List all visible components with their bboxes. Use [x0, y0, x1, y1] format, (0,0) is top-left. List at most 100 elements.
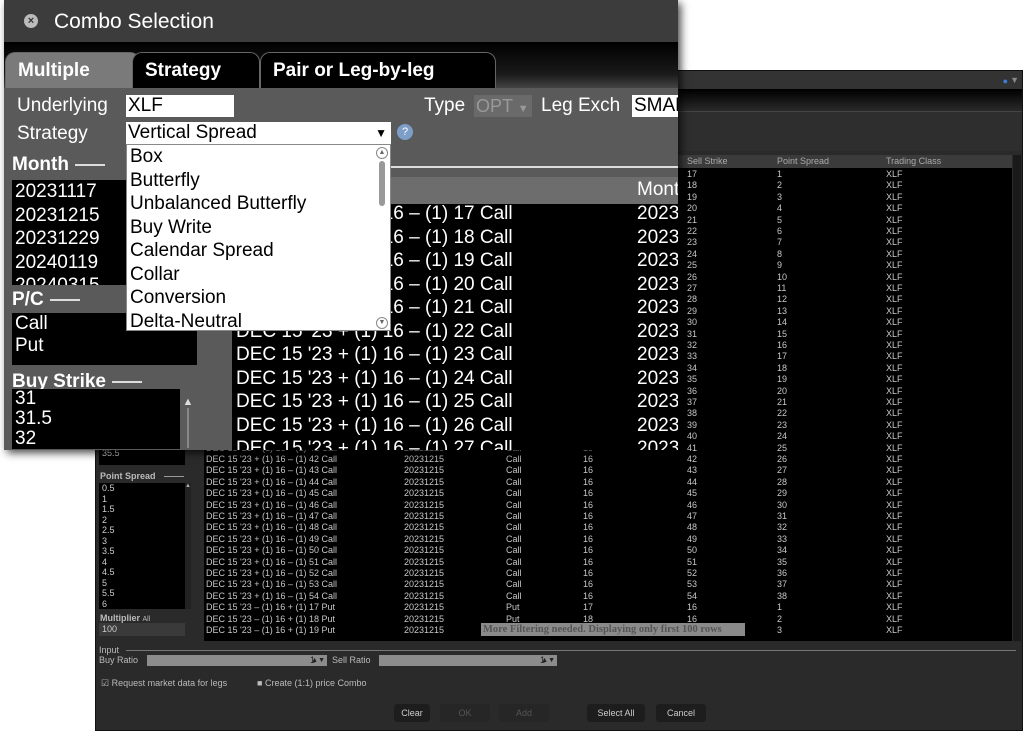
type-dropdown[interactable]: OPT ▼	[474, 95, 532, 117]
table-row[interactable]: DEC 15 '23 + (1) 16 – (1) 47 Call 2023121…	[204, 511, 1012, 522]
list-item[interactable]: 31	[15, 389, 180, 409]
dropdown-option[interactable]: Box	[127, 145, 390, 169]
list-item[interactable]: 31.5	[15, 409, 180, 429]
stepper-arrows-icon[interactable]: ▲▼	[541, 655, 555, 666]
window-menu-icon[interactable]: ▼	[1010, 75, 1019, 85]
table-scrollbar[interactable]	[1013, 155, 1021, 641]
table-row[interactable]: DEC 15 '23 + (1) 16 – (1) 25 Call 2023121…	[232, 390, 678, 414]
select-all-button[interactable]: Select All	[587, 704, 645, 722]
chevron-down-icon: ▼	[517, 103, 529, 115]
table-cell: 10	[777, 271, 788, 282]
table-cell: 20231215	[404, 488, 445, 499]
table-row[interactable]: DEC 15 '23 + (1) 16 – (1) 27 Call 2023121…	[232, 437, 678, 450]
scroll-thumb[interactable]	[379, 161, 385, 206]
table-cell: 29	[777, 488, 788, 499]
underlying-input[interactable]: XLF	[126, 95, 234, 117]
list-item[interactable]: 20231229	[15, 227, 132, 251]
table-row[interactable]: DEC 15 '23 – (1) 16 + (1) 17 Put 20231215…	[204, 602, 1012, 613]
stepper-arrows-icon[interactable]: ▲▼	[311, 655, 325, 666]
month-list[interactable]: 2023111720231215202312292024011920240315	[12, 180, 132, 285]
table-cell: 22	[687, 226, 698, 236]
strategy-dropdown-list[interactable]: Box Butterfly Unbalanced Butterfly Buy Writ…	[126, 144, 391, 331]
table-row[interactable]: DEC 15 '23 + (1) 16 – (1) 46 Call 2023121…	[204, 500, 1012, 511]
table-row[interactable]: DEC 15 '23 + (1) 16 – (1) 44 Call 2023121…	[204, 477, 1012, 488]
dropdown-option[interactable]: Conversion	[127, 286, 390, 310]
list-item[interactable]: 4.5	[102, 567, 185, 578]
list-item[interactable]: 32	[15, 429, 180, 449]
list-item[interactable]: Put	[15, 335, 197, 357]
table-cell: 8	[777, 248, 783, 259]
list-item[interactable]: 3.5	[102, 546, 185, 557]
table-row[interactable]: DEC 15 '23 + (1) 16 – (1) 52 Call 2023121…	[204, 568, 1012, 579]
dropdown-option[interactable]: Delta-Neutral	[127, 310, 390, 331]
clear-button[interactable]: Clear	[394, 704, 430, 722]
buy-strike-scrollbar[interactable]: ▲	[181, 396, 195, 450]
list-item[interactable]: 20240119	[15, 251, 132, 275]
table-cell: 20231215	[404, 579, 445, 590]
table-cell: XLF	[886, 237, 903, 248]
list-item[interactable]: 2.5	[102, 525, 185, 536]
leg-exch-input[interactable]: SMART	[632, 95, 678, 117]
checkbox-checked-icon[interactable]: ☑	[101, 678, 109, 688]
table-row[interactable]: DEC 15 '23 + (1) 16 – (1) 43 Call 2023121…	[204, 465, 1012, 476]
multiplier-input[interactable]: 100	[99, 623, 185, 636]
point-spread-list[interactable]: 0.5 1 1.5 2 2.5 3 3.5 4 4.5 5 5.5 6	[99, 483, 185, 609]
dropdown-option[interactable]: Unbalanced Butterfly	[127, 192, 390, 216]
list-item[interactable]: 2	[102, 515, 185, 526]
checkbox-unchecked-icon[interactable]: ■	[257, 678, 262, 688]
ok-button[interactable]: OK	[440, 704, 490, 722]
dropdown-option[interactable]: Butterfly	[127, 169, 390, 193]
table-row[interactable]: DEC 15 '23 + (1) 16 – (1) 53 Call 2023121…	[204, 579, 1012, 590]
list-item[interactable]: 6	[102, 599, 185, 610]
list-item[interactable]: 1.5	[102, 504, 185, 515]
column-header[interactable]: Trading Class	[886, 156, 941, 166]
buy-ratio-spinner[interactable]: 1 ▲▼	[147, 655, 327, 666]
sell-ratio-spinner[interactable]: 1 ▲▼	[379, 655, 557, 666]
cancel-button[interactable]: Cancel	[656, 704, 706, 722]
dropdown-scrollbar[interactable]: ▲ ▼	[376, 147, 388, 329]
list-item[interactable]: 5.5	[102, 588, 185, 599]
dropdown-option[interactable]: Collar	[127, 263, 390, 287]
table-row[interactable]: DEC 15 '23 + (1) 16 – (1) 42 Call 2023121…	[204, 454, 1012, 465]
point-spread-scrollbar[interactable]: ▲	[185, 483, 191, 609]
tab-multiple[interactable]: Multiple	[5, 52, 140, 88]
help-icon[interactable]: ?	[397, 124, 413, 140]
list-item[interactable]: 20231117	[15, 180, 132, 204]
table-row[interactable]: DEC 15 '23 + (1) 16 – (1) 45 Call 2023121…	[204, 488, 1012, 499]
table-row[interactable]: DEC 15 '23 + (1) 16 – (1) 26 Call 2023121…	[232, 414, 678, 438]
table-cell: 1	[777, 169, 783, 179]
table-row[interactable]: DEC 15 '23 + (1) 16 – (1) 54 Call 2023121…	[204, 591, 1012, 602]
list-item[interactable]: 1	[102, 494, 185, 505]
close-icon[interactable]: ×	[24, 14, 38, 28]
table-row[interactable]: DEC 15 '23 + (1) 16 – (1) 48 Call 2023121…	[204, 522, 1012, 533]
dropdown-option[interactable]: Buy Write	[127, 216, 390, 240]
dropdown-option[interactable]: Calendar Spread	[127, 239, 390, 263]
list-item[interactable]: 5	[102, 578, 185, 589]
list-item[interactable]: 20231215	[15, 204, 132, 228]
table-row[interactable]: DEC 15 '23 + (1) 16 – (1) 23 Call 2023121…	[232, 343, 678, 367]
list-item[interactable]: 0.5	[102, 483, 185, 494]
column-header[interactable]: Point Spread	[777, 156, 829, 166]
column-header[interactable]: Sell Strike	[687, 156, 728, 166]
table-cell: 43	[687, 465, 698, 476]
tab-strategy[interactable]: Strategy	[132, 52, 260, 88]
price-combo-checkbox[interactable]: ■ Create (1:1) price Combo	[257, 678, 367, 688]
buy-strike-list[interactable]: 31 31.5 32	[12, 389, 180, 449]
scroll-up-icon[interactable]: ▲	[376, 147, 388, 159]
market-data-checkbox[interactable]: ☑ Request market data for legs	[101, 678, 227, 689]
table-cell: 33	[687, 351, 698, 362]
pin-icon[interactable]: ●	[1003, 76, 1008, 86]
scroll-down-icon[interactable]: ▼	[376, 317, 388, 329]
scroll-up-icon[interactable]: ▲	[183, 396, 194, 408]
table-row[interactable]: DEC 15 '23 + (1) 16 – (1) 49 Call 2023121…	[204, 534, 1012, 545]
table-row[interactable]: DEC 15 '23 + (1) 16 – (1) 50 Call 2023121…	[204, 545, 1012, 556]
list-item[interactable]: 3	[102, 536, 185, 547]
table-row[interactable]: DEC 15 '23 + (1) 16 – (1) 51 Call 2023121…	[204, 557, 1012, 568]
strategy-dropdown[interactable]: Vertical Spread ▼	[126, 122, 391, 144]
table-row[interactable]: DEC 15 '23 + (1) 16 – (1) 24 Call 2023121…	[232, 367, 678, 391]
list-item[interactable]: 20240315	[15, 274, 132, 285]
add-button[interactable]: Add	[499, 704, 549, 722]
list-item[interactable]: 4	[102, 557, 185, 568]
table-cell: 20231215	[637, 320, 678, 342]
tab-pair-or-leg[interactable]: Pair or Leg-by-leg	[260, 52, 496, 88]
